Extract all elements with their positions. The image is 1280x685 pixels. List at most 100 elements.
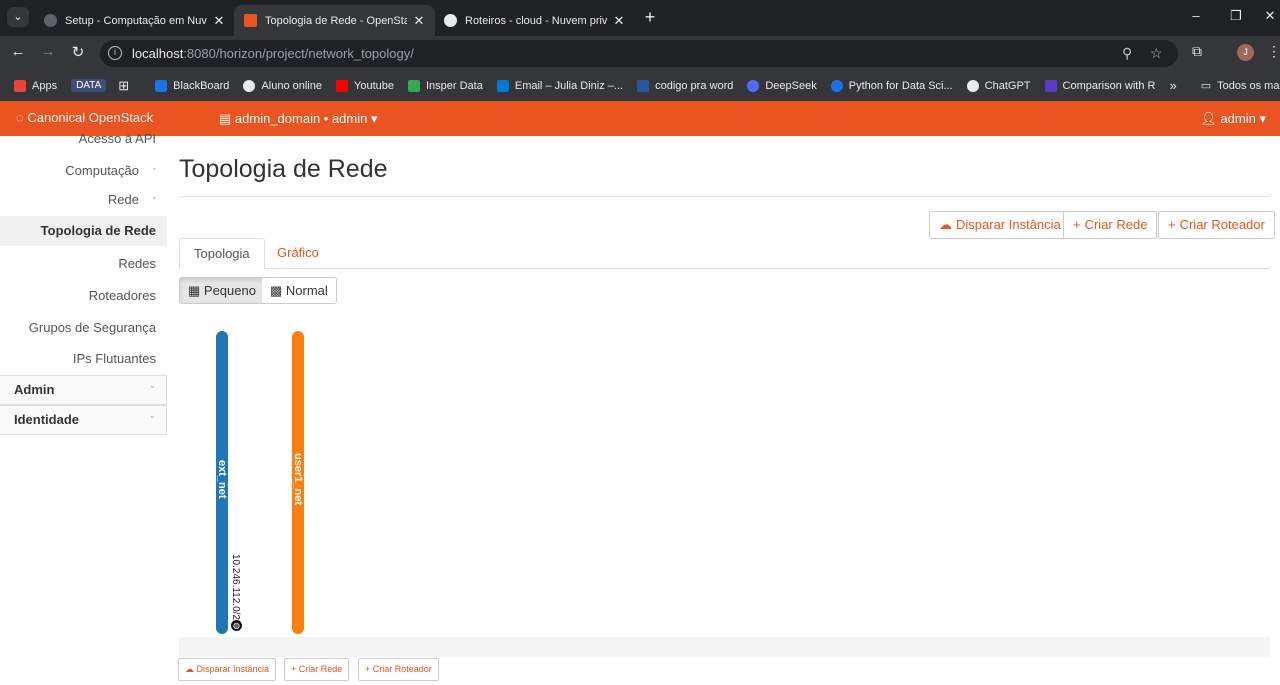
tabs-divider xyxy=(179,268,1270,269)
toggle-normal[interactable]: ▩ Normal xyxy=(262,277,337,304)
browser-tab-topology[interactable]: Topologia de Rede - OpenStack ✕ xyxy=(234,5,435,36)
tab-favicon-icon xyxy=(44,14,57,27)
bookmark-youtube[interactable]: Youtube xyxy=(336,79,394,92)
sidebar: Acesso à API Computação ˇ Rede ˆ Topologia… xyxy=(0,133,167,636)
close-tab-icon[interactable]: ✕ xyxy=(613,13,625,29)
bookmark-apps[interactable]: Apps xyxy=(14,79,57,92)
create-router-button[interactable]: + Criar Roteador xyxy=(1158,211,1275,239)
tab-grafico[interactable]: Gráfico xyxy=(263,238,333,269)
bookmark-python[interactable]: Python for Data Sci... xyxy=(830,79,953,92)
sidebar-item-redes[interactable]: Redes xyxy=(118,256,156,271)
plus-icon: + xyxy=(1168,217,1176,232)
youtube-icon xyxy=(336,79,348,92)
openstack-header: ◌ Canonical OpenStack ▤ admin_domain • a… xyxy=(0,101,1280,136)
launch-instance-small-button[interactable]: ☁ Disparar Instância xyxy=(178,658,277,681)
tab-title: Topologia de Rede - OpenStack xyxy=(265,14,407,27)
sidebar-item-api-access[interactable]: Acesso à API xyxy=(79,133,156,147)
user-icon: 👤︎ xyxy=(1200,111,1221,126)
site-info-icon[interactable]: i xyxy=(108,46,122,60)
openstack-favicon-icon xyxy=(244,14,257,27)
reload-icon[interactable]: ↻ xyxy=(68,43,88,61)
launch-instance-button[interactable]: ☁ Disparar Instância xyxy=(929,211,1071,239)
zoom-icon[interactable]: ⚲ xyxy=(1122,45,1132,62)
address-bar[interactable]: i localhost:8080/horizon/project/network… xyxy=(100,40,1178,67)
tab-topologia[interactable]: Topologia xyxy=(179,238,265,269)
chevron-down-icon: ˇ xyxy=(153,167,156,177)
bookmark-aluno-online[interactable]: Aluno online xyxy=(243,79,322,92)
grid-icon: ⊞ xyxy=(118,77,130,93)
globe-icon: ◍ xyxy=(231,620,242,631)
sidebar-group-computacao[interactable]: Computação ˇ xyxy=(65,163,156,178)
close-window-icon[interactable]: ✕ xyxy=(1260,8,1280,24)
brand-logo[interactable]: ◌ Canonical OpenStack xyxy=(16,110,153,125)
tab-search-button[interactable]: ⌄ xyxy=(7,7,29,27)
sidebar-item-roteadores[interactable]: Roteadores xyxy=(89,288,156,303)
bookmark-email[interactable]: Email – Julia Diniz –... xyxy=(496,79,623,92)
browser-tab-setup[interactable]: Setup - Computação em Nuvem ✕ xyxy=(34,5,235,36)
cloud-upload-icon: ☁ xyxy=(185,664,197,674)
github-favicon-icon xyxy=(444,14,457,27)
toggle-pequeno[interactable]: ▦ Pequeno xyxy=(179,277,265,304)
tab-title: Roteiros - cloud - Nuvem privada xyxy=(465,14,607,27)
canvas-bottom-strip xyxy=(179,637,1270,657)
grid-large-icon: ▩ xyxy=(270,283,286,298)
extensions-icon[interactable]: ⧉ xyxy=(1192,43,1202,60)
aluno-icon xyxy=(243,79,256,92)
back-icon[interactable]: ← xyxy=(8,43,28,60)
sidebar-section-admin[interactable]: Admin ˇ xyxy=(0,375,167,405)
new-tab-icon[interactable]: + xyxy=(640,7,660,28)
browser-tab-strip: ⌄ Setup - Computação em Nuvem ✕ Topologi… xyxy=(0,0,1280,36)
bookmark-chatgpt[interactable]: ChatGPT xyxy=(966,79,1031,92)
drive-icon xyxy=(407,79,420,92)
browser-toolbar: ← → ↻ i localhost:8080/horizon/project/n… xyxy=(0,36,1280,70)
bookmark-grid[interactable]: ⊞ xyxy=(118,78,129,94)
minimize-icon[interactable]: – xyxy=(1186,8,1206,23)
sidebar-item-grupos-seguranca[interactable]: Grupos de Segurança xyxy=(29,320,156,335)
bookmark-codigo[interactable]: codigo pra word xyxy=(637,79,733,92)
plus-icon: + xyxy=(1073,217,1081,232)
chevron-down-icon: ˇ xyxy=(151,415,154,425)
bookmark-blackboard[interactable]: BlackBoard xyxy=(155,79,229,92)
outlook-icon xyxy=(496,79,509,92)
create-network-small-button[interactable]: + Criar Rede xyxy=(284,658,350,681)
sidebar-item-ips-flutuantes[interactable]: IPs Flutuantes xyxy=(73,351,156,366)
cloud-upload-icon: ☁ xyxy=(939,217,952,232)
apps-grid-icon xyxy=(14,79,26,92)
bookmark-comparison[interactable]: Comparison with R xyxy=(1044,79,1155,92)
coursera-icon xyxy=(830,79,843,92)
chevron-up-icon: ˆ xyxy=(153,196,156,206)
plus-icon: + xyxy=(291,664,299,674)
sidebar-section-identidade[interactable]: Identidade ˇ xyxy=(0,405,167,435)
close-tab-icon[interactable]: ✕ xyxy=(213,13,225,29)
title-divider xyxy=(179,196,1270,197)
bookmarks-folder[interactable]: ▭Todos os marcadores xyxy=(1201,79,1280,93)
bookmark-deepseek[interactable]: DeepSeek xyxy=(747,79,817,92)
restore-icon[interactable]: ❐ xyxy=(1226,8,1246,24)
forward-icon[interactable]: → xyxy=(38,43,58,60)
user-menu[interactable]: 👤︎ admin ▾ xyxy=(1200,111,1266,127)
bookmark-data-chip[interactable]: DATA xyxy=(71,79,107,92)
bookmark-insper-data[interactable]: Insper Data xyxy=(407,79,483,92)
caret-down-icon: ▾ xyxy=(1259,111,1266,126)
create-router-small-button[interactable]: + Criar Roteador xyxy=(358,658,439,681)
bookmark-star-icon[interactable]: ☆ xyxy=(1150,45,1163,62)
more-bookmarks-icon[interactable]: » xyxy=(1169,78,1176,93)
project-selector[interactable]: ▤ admin_domain • admin ▾ xyxy=(219,111,378,127)
plus-icon: + xyxy=(365,664,373,674)
tab-title: Setup - Computação em Nuvem xyxy=(65,14,207,27)
network-label: user1_net xyxy=(292,453,304,505)
browser-tab-roteiros[interactable]: Roteiros - cloud - Nuvem privada ✕ xyxy=(434,5,635,36)
caret-down-icon: ▾ xyxy=(371,111,378,126)
chevron-down-icon: ˇ xyxy=(151,385,154,395)
profile-avatar[interactable]: J xyxy=(1237,44,1254,61)
browser-menu-icon[interactable]: ⋮ xyxy=(1267,43,1280,60)
topology-canvas[interactable]: ext_net 10.246.112.0/21 ◍ user1_net xyxy=(179,305,1270,657)
bookmarks-bar: Apps DATA ⊞ BlackBoard Aluno online Yout… xyxy=(0,70,1280,101)
project-icon: ▤ xyxy=(219,111,235,126)
pandas-icon xyxy=(1044,79,1057,92)
url-text[interactable]: localhost:8080/horizon/project/network_t… xyxy=(132,46,414,61)
close-tab-icon[interactable]: ✕ xyxy=(413,13,425,29)
sidebar-item-topologia[interactable]: Topologia de Rede xyxy=(0,216,167,246)
create-network-button[interactable]: + Criar Rede xyxy=(1063,211,1158,239)
sidebar-group-rede[interactable]: Rede ˆ xyxy=(108,192,156,207)
